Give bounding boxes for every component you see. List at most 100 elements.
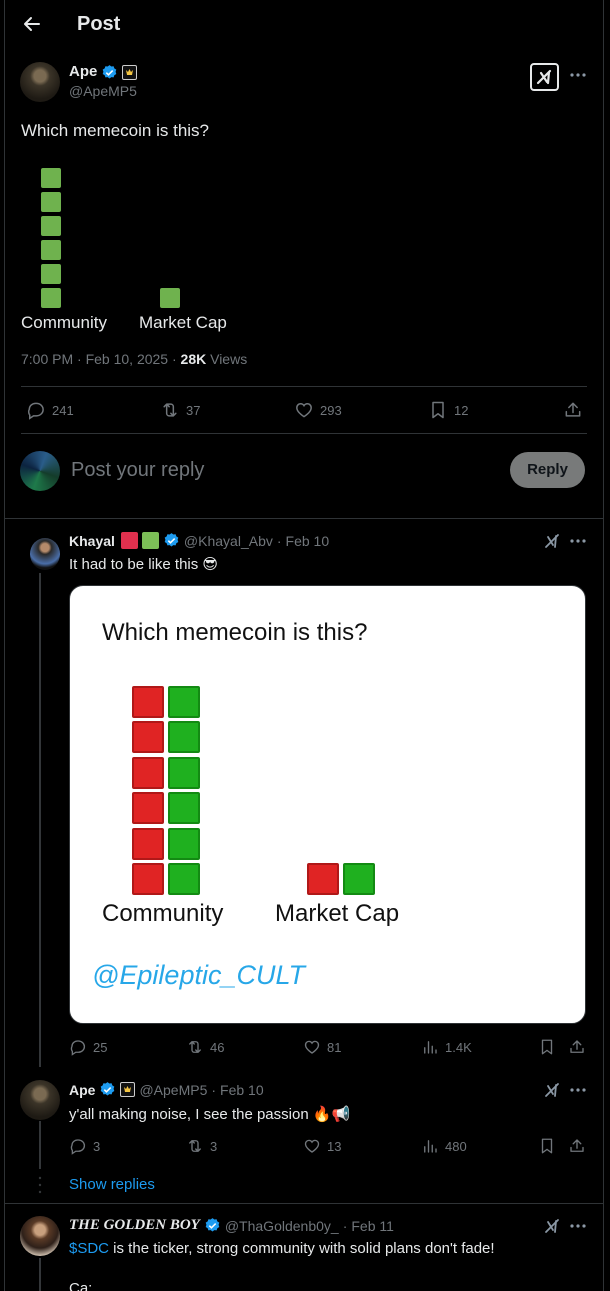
repost-button[interactable]: 3: [186, 1137, 217, 1155]
reply-time[interactable]: Feb 10: [286, 533, 330, 549]
like-button[interactable]: 81: [303, 1038, 341, 1056]
views-label: Views: [206, 351, 248, 367]
chart-bar-square: [132, 721, 164, 753]
reply-button[interactable]: 3: [69, 1137, 100, 1155]
cashtag-link[interactable]: $SDC: [69, 1240, 109, 1257]
chart-bar-square: [132, 827, 164, 860]
post-chart: Community Market Cap: [20, 160, 260, 345]
affiliate-badge-icon: [120, 1082, 136, 1097]
thread-line: [39, 573, 41, 1067]
bookmark-icon[interactable]: [538, 1137, 556, 1155]
chart-bar-square: [132, 863, 164, 895]
chart-bar-square: [160, 288, 180, 308]
reply-header: Khayal @Khayal_Abv · Feb 10: [69, 532, 329, 549]
dot-separator: ·: [276, 532, 282, 549]
views-count: 1.4K: [445, 1039, 472, 1055]
author-name[interactable]: Ape: [69, 1082, 95, 1098]
share-icon[interactable]: [568, 1137, 586, 1155]
avatar[interactable]: [20, 62, 60, 102]
divider: [5, 518, 604, 519]
verified-badge-icon: [205, 1218, 220, 1232]
avatar[interactable]: [20, 1216, 60, 1256]
like-button[interactable]: 293: [294, 400, 342, 420]
image-title: Which memecoin is this?: [102, 619, 368, 646]
heart-icon: [304, 1040, 320, 1054]
author-name[interactable]: Ape: [69, 63, 97, 80]
timestamp-text[interactable]: 7:00 PM · Feb 10, 2025 ·: [21, 351, 181, 367]
like-count: 293: [320, 402, 342, 418]
attached-image[interactable]: Which memecoin is this? Community Market …: [69, 585, 586, 1024]
grok-icon[interactable]: [530, 63, 559, 91]
views-button[interactable]: 1.4K: [421, 1038, 472, 1056]
reply-submit-button[interactable]: Reply: [510, 452, 585, 488]
bookmark-icon[interactable]: [538, 1038, 556, 1056]
thread-line: [39, 1258, 41, 1291]
avatar[interactable]: [30, 538, 60, 570]
reply-button[interactable]: 25: [69, 1038, 107, 1056]
back-arrow-icon[interactable]: [22, 14, 42, 34]
reply-text: It had to be like this 😎: [69, 556, 219, 573]
chart-bar-square: [41, 168, 61, 188]
grok-icon[interactable]: [543, 1217, 561, 1235]
reply-time[interactable]: Feb 10: [220, 1082, 264, 1098]
like-count: 81: [327, 1039, 342, 1055]
show-replies-link[interactable]: Show replies: [69, 1176, 155, 1193]
my-avatar[interactable]: [20, 451, 60, 491]
chart-category-label: Community: [21, 313, 107, 332]
author-name[interactable]: THE GOLDEN BOY: [69, 1217, 200, 1234]
chart-bar-square: [41, 288, 61, 308]
author-handle[interactable]: @ApeMP5: [69, 83, 137, 99]
author-handle[interactable]: @ThaGoldenb0y_: [225, 1218, 339, 1234]
share-icon[interactable]: [568, 1038, 586, 1056]
reply-input[interactable]: Post your reply: [71, 459, 204, 482]
reply-text-body: is the ticker, strong community with sol…: [109, 1240, 495, 1257]
dot-separator: ·: [211, 1081, 217, 1098]
repost-count: 3: [210, 1138, 218, 1154]
divider: [21, 386, 587, 387]
chart-bar-square: [41, 192, 61, 212]
verified-badge-icon: [101, 1082, 115, 1096]
reply-count: 25: [93, 1039, 108, 1055]
chart-bar-square: [132, 685, 164, 718]
views-button[interactable]: 480: [421, 1137, 467, 1155]
chart-bar-square: [168, 792, 200, 824]
image-chart: Community Market Cap: [100, 682, 450, 932]
reply-time[interactable]: Feb 11: [351, 1218, 394, 1234]
author-name[interactable]: Khayal: [69, 533, 115, 549]
image-watermark: @Epileptic_CULT: [92, 960, 305, 990]
more-options-icon[interactable]: [569, 532, 587, 550]
repost-icon: [189, 1041, 201, 1053]
grok-icon[interactable]: [543, 1081, 561, 1099]
dotted-thread-icon: [38, 1176, 42, 1194]
reply-icon: [28, 402, 44, 420]
more-options-icon[interactable]: [569, 1081, 587, 1099]
views-chart-icon: [424, 1140, 437, 1153]
reply-count: 3: [93, 1138, 101, 1154]
chart-bar-square: [168, 827, 200, 860]
more-options-icon[interactable]: [569, 1217, 587, 1235]
reply-button[interactable]: 241: [26, 400, 74, 420]
chart-category-label: Community: [102, 900, 224, 927]
chart-category-label: Market Cap: [139, 313, 227, 332]
repost-button[interactable]: 37: [160, 400, 200, 420]
share-icon: [565, 402, 581, 417]
dot-separator: ·: [342, 1217, 348, 1234]
like-count: 13: [327, 1138, 342, 1154]
avatar[interactable]: [20, 1080, 60, 1120]
more-options-icon[interactable]: [569, 66, 587, 84]
bookmark-button[interactable]: 12: [428, 400, 468, 420]
verified-badge-icon: [101, 64, 118, 81]
author-handle[interactable]: @ApeMP5: [139, 1082, 207, 1098]
post-timestamp: 7:00 PM · Feb 10, 2025 · 28K Views: [21, 351, 247, 367]
reply-icon: [70, 1040, 86, 1056]
chart-bar-square: [41, 240, 61, 260]
share-button[interactable]: [563, 400, 583, 420]
divider: [5, 1203, 604, 1204]
repost-button[interactable]: 46: [186, 1038, 224, 1056]
reply-header: Ape @ApeMP5 · Feb 10: [69, 1081, 264, 1098]
like-button[interactable]: 13: [303, 1137, 341, 1155]
thread-line: [39, 1121, 41, 1169]
chart-bar-square: [168, 685, 200, 718]
author-handle[interactable]: @Khayal_Abv: [184, 533, 273, 549]
grok-icon[interactable]: [543, 532, 561, 550]
